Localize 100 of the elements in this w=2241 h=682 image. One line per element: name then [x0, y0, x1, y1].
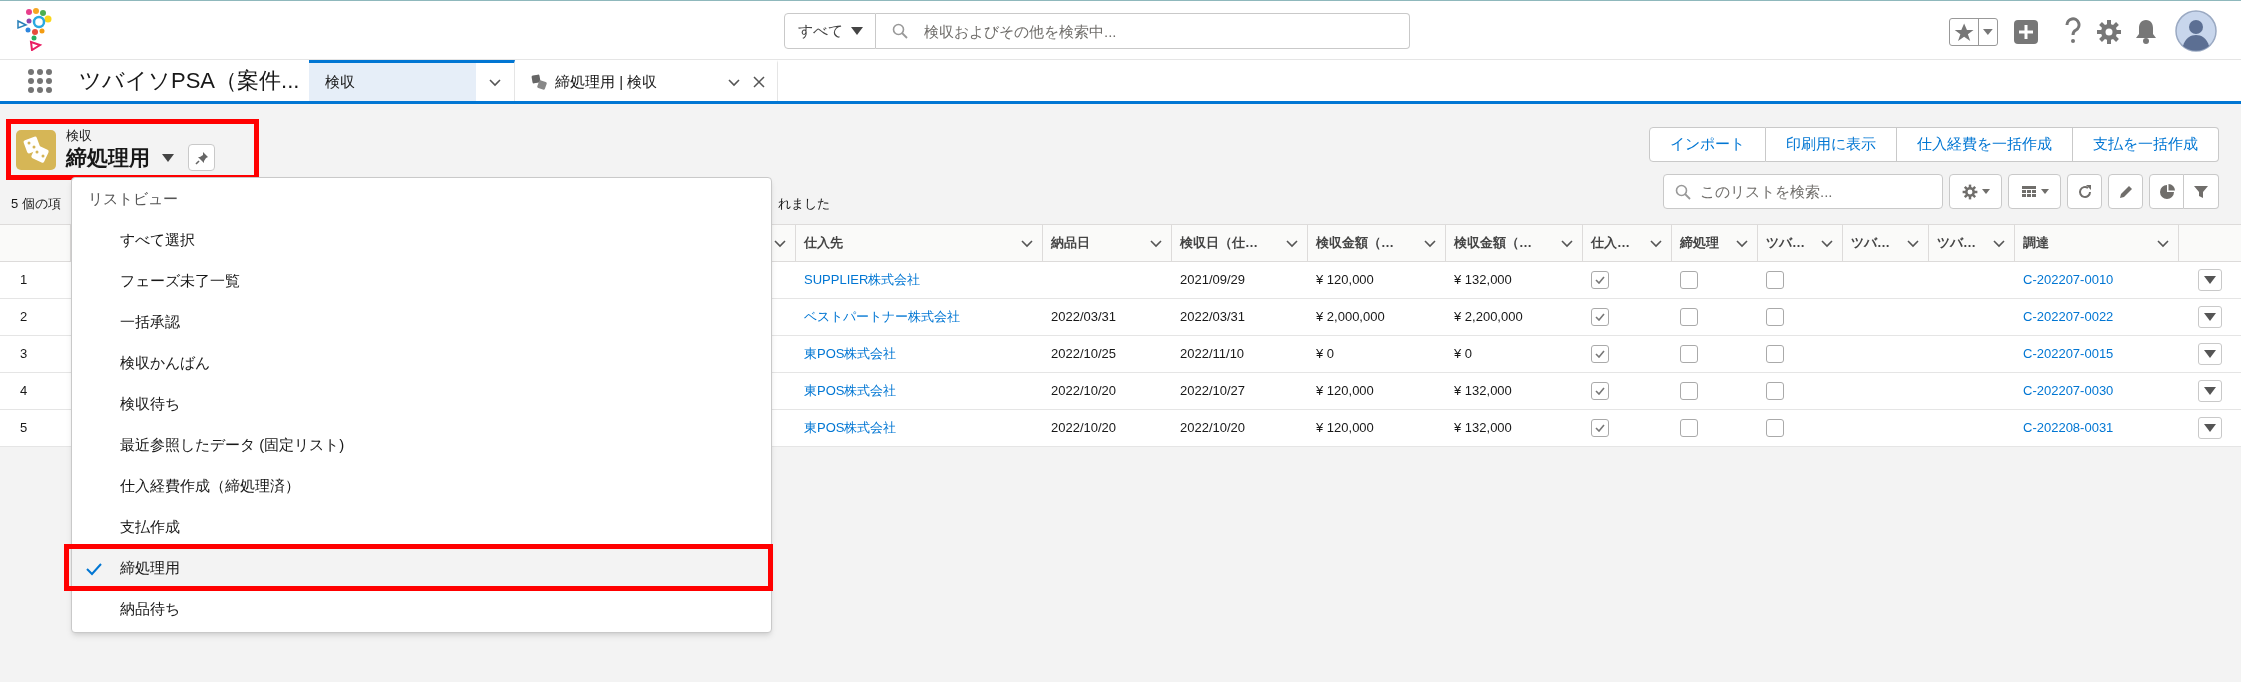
- favorites-button[interactable]: [1949, 18, 1998, 46]
- caret-icon: [2204, 424, 2216, 432]
- checkbox[interactable]: [1766, 419, 1784, 437]
- menu-item[interactable]: 検収待ち: [72, 384, 771, 425]
- procurement-link[interactable]: C-202207-0030: [2023, 383, 2114, 399]
- menu-item[interactable]: すべて選択: [72, 220, 771, 261]
- table-cell: 2022/03/31: [1051, 309, 1117, 325]
- supplier-link[interactable]: SUPPLIER株式会社: [804, 272, 921, 288]
- column-header[interactable]: 締処理: [1672, 225, 1758, 261]
- row-actions-button[interactable]: [2198, 380, 2222, 402]
- menu-item[interactable]: フェーズ未了一覧: [72, 261, 771, 302]
- list-search-field[interactable]: このリストを検索...: [1663, 174, 1943, 209]
- supplier-link[interactable]: 東POS株式会社: [804, 346, 897, 362]
- procurement-link[interactable]: C-202207-0010: [2023, 272, 2114, 288]
- procurement-link[interactable]: C-202207-0015: [2023, 346, 2114, 362]
- checkbox[interactable]: [1591, 345, 1609, 363]
- settings-icon: [1961, 183, 1978, 200]
- procurement-link[interactable]: C-202207-0022: [2023, 309, 2114, 325]
- checkbox[interactable]: [1680, 345, 1698, 363]
- column-header[interactable]: ツバ…: [1843, 225, 1929, 261]
- app-launcher-icon[interactable]: [27, 67, 53, 94]
- checkbox[interactable]: [1591, 382, 1609, 400]
- object-label: 検収: [66, 128, 93, 145]
- checkbox[interactable]: [1680, 271, 1698, 289]
- pin-icon: [194, 150, 209, 165]
- notifications-icon[interactable]: [2134, 18, 2158, 44]
- action-button[interactable]: 支払を一括作成: [2073, 127, 2219, 162]
- object-icon: [16, 129, 56, 170]
- settings-menu-button[interactable]: [1949, 174, 2002, 209]
- table-cell: ¥ 132,000: [1454, 420, 1512, 436]
- pencil-icon: [2117, 183, 2134, 200]
- nav-tab[interactable]: 締処理用 | 検収: [515, 63, 715, 101]
- column-header[interactable]: ツバ…: [1758, 225, 1843, 261]
- supplier-link[interactable]: 東POS株式会社: [804, 383, 897, 399]
- menu-item[interactable]: 最近参照したデータ (固定リスト): [72, 425, 771, 466]
- search-scope-dropdown[interactable]: すべて: [784, 13, 876, 49]
- close-icon: [753, 76, 765, 88]
- table-cell: 2021/09/29: [1180, 272, 1246, 288]
- refresh-button[interactable]: [2067, 174, 2102, 209]
- global-search-field[interactable]: 検収およびその他を検索中...: [876, 13, 1410, 49]
- row-number: 3: [20, 346, 28, 362]
- checkbox[interactable]: [1591, 308, 1609, 326]
- checkbox[interactable]: [1766, 271, 1784, 289]
- column-header[interactable]: 検収金額（…: [1446, 225, 1583, 261]
- table-cell: ¥ 120,000: [1316, 383, 1374, 399]
- table-cell: 2022/11/10: [1180, 346, 1245, 362]
- pin-button[interactable]: [188, 144, 215, 171]
- column-header[interactable]: 検収金額（…: [1308, 225, 1446, 261]
- checkbox[interactable]: [1591, 271, 1609, 289]
- action-button[interactable]: インポート: [1649, 127, 1766, 162]
- caret-icon: [2204, 276, 2216, 284]
- table-cell: ¥ 2,000,000: [1316, 309, 1385, 325]
- checkbox[interactable]: [1766, 382, 1784, 400]
- column-header[interactable]: 検収日（仕…: [1172, 225, 1308, 261]
- search-icon: [1675, 184, 1691, 200]
- filter-button[interactable]: [2184, 174, 2219, 209]
- column-header[interactable]: 調達: [2015, 225, 2179, 261]
- help-icon[interactable]: [2063, 17, 2083, 45]
- menu-item[interactable]: 支払作成: [72, 507, 771, 548]
- list-view-selector[interactable]: 締処理用: [66, 144, 174, 171]
- column-header[interactable]: ツバ…: [1929, 225, 2015, 261]
- check-icon: [86, 562, 102, 576]
- app-name: ツバイソPSA（案件...: [79, 67, 301, 95]
- row-number: 4: [20, 383, 28, 399]
- display-as-button[interactable]: [2008, 174, 2061, 209]
- checkbox[interactable]: [1680, 419, 1698, 437]
- row-actions-button[interactable]: [2198, 269, 2222, 291]
- checkbox[interactable]: [1766, 345, 1784, 363]
- menu-item[interactable]: 一括承認: [72, 302, 771, 343]
- checkbox[interactable]: [1766, 308, 1784, 326]
- column-header[interactable]: 仕入先: [796, 225, 1043, 261]
- add-icon[interactable]: [2013, 19, 2039, 45]
- action-button[interactable]: 印刷用に表示: [1766, 127, 1897, 162]
- row-actions-button[interactable]: [2198, 343, 2222, 365]
- search-icon: [892, 23, 908, 39]
- procurement-link[interactable]: C-202208-0031: [2023, 420, 2114, 436]
- checkbox[interactable]: [1591, 419, 1609, 437]
- action-button[interactable]: 仕入経費を一括作成: [1897, 127, 2073, 162]
- pie-chart-icon: [2158, 183, 2175, 200]
- charts-button[interactable]: [2149, 174, 2184, 209]
- check-icon: [1595, 313, 1605, 321]
- supplier-link[interactable]: ベストパートナー株式会社: [804, 309, 960, 325]
- menu-item[interactable]: 検収かんばん: [72, 343, 771, 384]
- check-icon: [1595, 350, 1605, 358]
- supplier-link[interactable]: 東POS株式会社: [804, 420, 897, 436]
- caret-icon: [2040, 189, 2049, 194]
- table-icon: [2020, 183, 2037, 200]
- menu-item[interactable]: 仕入経費作成（締処理済）: [72, 466, 771, 507]
- column-header[interactable]: 仕入…: [1583, 225, 1672, 261]
- settings-icon[interactable]: [2096, 19, 2122, 45]
- check-icon: [1595, 387, 1605, 395]
- row-actions-button[interactable]: [2198, 306, 2222, 328]
- edit-button[interactable]: [2108, 174, 2143, 209]
- table-cell: ¥ 132,000: [1454, 383, 1512, 399]
- user-avatar[interactable]: [2175, 10, 2217, 52]
- menu-item[interactable]: 納品待ち: [72, 589, 771, 630]
- checkbox[interactable]: [1680, 382, 1698, 400]
- checkbox[interactable]: [1680, 308, 1698, 326]
- column-header[interactable]: 納品日: [1043, 225, 1172, 261]
- row-actions-button[interactable]: [2198, 417, 2222, 439]
